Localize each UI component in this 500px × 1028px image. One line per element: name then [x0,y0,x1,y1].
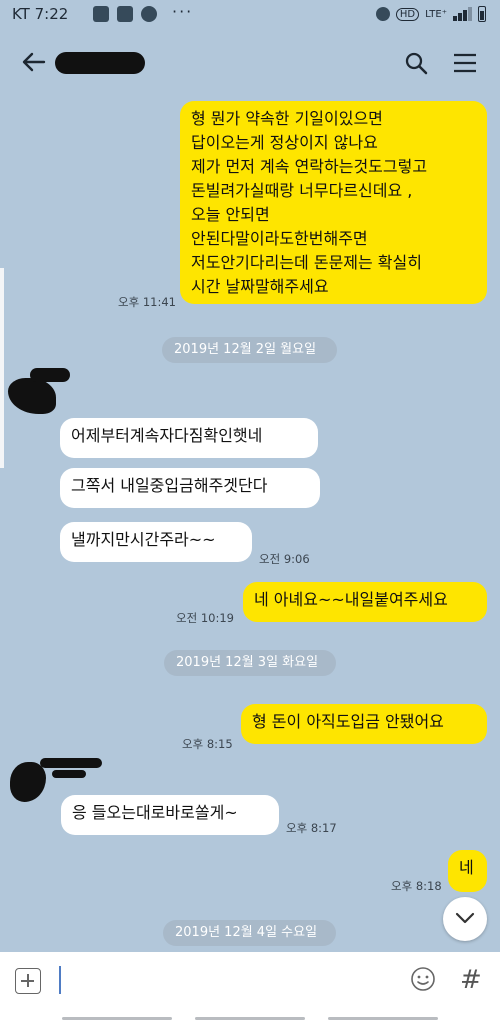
message-time: 오후 8:18 [391,879,442,893]
more-notifications-icon: ··· [172,2,194,21]
hd-voice-badge: HD [395,7,420,21]
date-divider: 2019년 12월 2일 월요일 [162,337,337,363]
signal-icon [453,7,472,21]
message-time: 오후 11:41 [118,295,176,309]
nav-home-indicator[interactable] [195,1017,305,1020]
scroll-to-bottom-button[interactable] [443,897,487,941]
other-message-bubble[interactable]: 응 들오는대로바로쏠게~ [61,795,279,835]
nav-recent-indicator[interactable] [62,1017,172,1020]
my-message-bubble[interactable]: 형 뭔가 약속한 기일이있으면 답이오는게 정상이지 않나요 제가 먼저 계속 … [180,101,487,304]
status-bar: KT 7:22 ··· HD LTE⁺ [0,0,500,30]
vpn-notification-icon [141,6,157,22]
other-message-bubble[interactable]: 낼까지만시간주라~~ [60,522,252,562]
message-time: 오전 9:06 [259,552,310,566]
app-notification-icon [117,6,133,22]
status-time: KT 7:22 [12,5,69,23]
alarm-icon [375,7,390,21]
message-time: 오후 8:17 [286,821,337,835]
system-navigation-bar [0,1010,500,1028]
date-divider: 2019년 12월 4일 수요일 [163,920,336,946]
emoji-icon[interactable] [410,966,436,992]
message-time: 오후 8:15 [182,737,233,751]
nav-back-indicator[interactable] [328,1017,438,1020]
notification-icons [93,6,157,22]
other-message-bubble[interactable]: 어제부터계속자다짐확인햇네 [60,418,318,458]
message-input-bar: # [0,952,500,1010]
other-message-bubble[interactable]: 그쪽서 내일중입금해주겟단다 [60,468,320,508]
search-icon[interactable] [404,51,428,75]
text-cursor [59,966,61,994]
date-divider: 2019년 12월 3일 화요일 [164,650,336,676]
chat-title-redacted [55,52,145,74]
battery-icon [478,6,486,22]
chevron-down-icon [455,912,475,924]
back-arrow-icon[interactable] [20,48,48,76]
message-time: 오전 10:19 [176,611,234,625]
message-input[interactable] [58,964,388,998]
plus-icon[interactable] [15,968,41,994]
network-type-label: LTE⁺ [425,8,447,20]
menu-icon[interactable] [452,52,478,74]
hash-button[interactable]: # [460,965,482,995]
my-message-bubble[interactable]: 형 돈이 아직도입금 안됐어요 [241,704,487,744]
my-message-bubble[interactable]: 네 아녜요~~내일붙여주세요 [243,582,487,622]
gallery-notification-icon [93,6,109,22]
status-right: HD LTE⁺ [375,6,486,22]
side-handle[interactable] [0,268,4,468]
my-message-bubble[interactable]: 네 [448,850,487,892]
chat-header [0,30,500,96]
